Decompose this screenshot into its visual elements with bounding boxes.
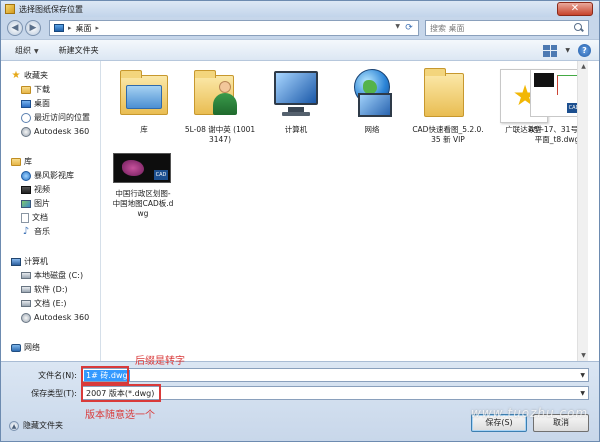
hide-folders-label: 隐藏文件夹 (23, 421, 63, 430)
vertical-scrollbar[interactable]: ▲ ▼ (577, 61, 588, 361)
drive-icon (21, 300, 31, 307)
version-annotation: 版本随意选一个 (85, 410, 155, 421)
window-title: 选择图纸保存位置 (19, 4, 83, 14)
desktop-icon (21, 99, 31, 108)
navigation-pane: ★ 收藏夹 下载 桌面 最近访问的位置 Autodesk 360 库 暴风影视库… (1, 61, 101, 361)
library-icon (11, 157, 21, 166)
app-icon (5, 4, 15, 14)
save-form: 文件名(N): 1# 砖.dwg ▼ 保存类型(T): 2007 版本(*.dw… (1, 356, 599, 441)
view-controls: ▼ ? (543, 44, 591, 57)
chevron-down-icon: ▼ (34, 47, 39, 55)
file-list: 库 5L-08 谢中英 (10013147) 计算机 网络 CAD快速看图_5.… (102, 61, 588, 361)
new-folder-button[interactable]: 新建文件夹 (59, 45, 99, 56)
file-item-cad-viewer-folder[interactable]: CAD快速看图_5.2.0.35 新 VIP (412, 67, 484, 145)
video-icon (21, 185, 31, 194)
title-bar[interactable]: 选择图纸保存位置 ✕ (1, 1, 599, 17)
filename-label: 文件名(N): (38, 371, 77, 380)
search-box[interactable]: 搜索 桌面 (425, 20, 589, 36)
breadcrumb-separator-icon[interactable]: ▸ (68, 24, 72, 32)
filename-annotation-box (81, 366, 129, 384)
chevron-up-icon: ▲ (9, 420, 19, 431)
save-type-annotation-box (81, 384, 161, 402)
back-button[interactable]: ◀ (7, 20, 23, 36)
sidebar-favorites[interactable]: ★ 收藏夹 (11, 69, 109, 82)
storm-player-icon (21, 170, 31, 181)
forward-button[interactable]: ▶ (25, 20, 41, 36)
drive-icon (21, 286, 31, 293)
hide-folders-toggle[interactable]: ▲ 隐藏文件夹 (9, 420, 63, 431)
file-item-computer[interactable]: 计算机 (260, 67, 332, 135)
image-icon (21, 199, 31, 208)
computer-icon (268, 67, 324, 123)
sidebar-libraries[interactable]: 库 (11, 155, 109, 168)
scroll-down-icon[interactable]: ▼ (578, 350, 589, 361)
document-icon (21, 212, 29, 223)
address-bar-row: ◀ ▶ ▸ 桌面 ▸ ▼ ⟳ 搜索 桌面 (1, 17, 599, 39)
refresh-icon[interactable]: ⟳ (402, 21, 416, 35)
search-icon[interactable] (573, 22, 585, 34)
save-type-dropdown-icon[interactable]: ▼ (580, 390, 585, 397)
drive-icon (21, 272, 31, 279)
folder-icon (420, 67, 476, 123)
music-note-icon: ♪ (22, 225, 30, 237)
breadcrumb-arrow-icon[interactable]: ▸ (96, 24, 100, 32)
star-icon: ★ (11, 69, 21, 81)
save-dialog: 选择图纸保存位置 ✕ ◀ ▶ ▸ 桌面 ▸ ▼ ⟳ 搜索 桌面 组织 ▼ 新建文件… (0, 0, 600, 442)
watermark: www.tuozhu.com (471, 406, 589, 420)
filename-input[interactable]: 1# 砖.dwg ▼ (81, 368, 589, 382)
file-item-network[interactable]: 网络 (336, 67, 408, 135)
address-dropdown-icon[interactable]: ▼ (395, 23, 400, 30)
sidebar-computer[interactable]: 计算机 (11, 255, 109, 268)
search-input[interactable]: 搜索 桌面 (430, 23, 573, 34)
address-bar[interactable]: ▸ 桌面 ▸ ▼ ⟳ (49, 20, 419, 36)
filename-dropdown-icon[interactable]: ▼ (580, 372, 585, 379)
recent-places-icon (21, 112, 31, 123)
library-folder-icon (116, 67, 172, 123)
downloads-folder-icon (21, 85, 31, 94)
suffix-annotation: 后缀是转字 (135, 356, 185, 367)
scroll-up-icon[interactable]: ▲ (578, 61, 589, 72)
help-icon[interactable]: ? (578, 44, 591, 57)
file-item-china-map-dwg[interactable]: CAD 中国行政区划图-中国地图CAD板.dwg (112, 151, 174, 219)
dwg-map-thumbnail-icon: CAD (113, 151, 173, 187)
organize-label: 组织 (15, 45, 31, 55)
autodesk-icon (21, 312, 31, 323)
network-icon (11, 343, 21, 352)
network-globe-icon (344, 67, 400, 123)
user-folder-icon (192, 67, 248, 123)
save-type-label: 保存类型(T): (31, 389, 77, 398)
autodesk-icon (21, 126, 31, 137)
breadcrumb-desktop[interactable]: 桌面 (76, 23, 92, 34)
computer-icon (11, 257, 21, 266)
file-item-library[interactable]: 库 (108, 67, 180, 135)
command-bar: 组织 ▼ 新建文件夹 ▼ ? (1, 39, 599, 61)
view-options-icon[interactable] (543, 44, 558, 57)
view-dropdown-icon[interactable]: ▼ (565, 47, 570, 54)
desktop-icon (54, 24, 64, 32)
sidebar-network[interactable]: 网络 (11, 341, 109, 354)
file-item-user-folder[interactable]: 5L-08 谢中英 (10013147) (184, 67, 256, 145)
organize-button[interactable]: 组织 ▼ (15, 45, 39, 56)
content-area: ★ 收藏夹 下载 桌面 最近访问的位置 Autodesk 360 库 暴风影视库… (1, 61, 599, 361)
close-button[interactable]: ✕ (557, 2, 593, 16)
